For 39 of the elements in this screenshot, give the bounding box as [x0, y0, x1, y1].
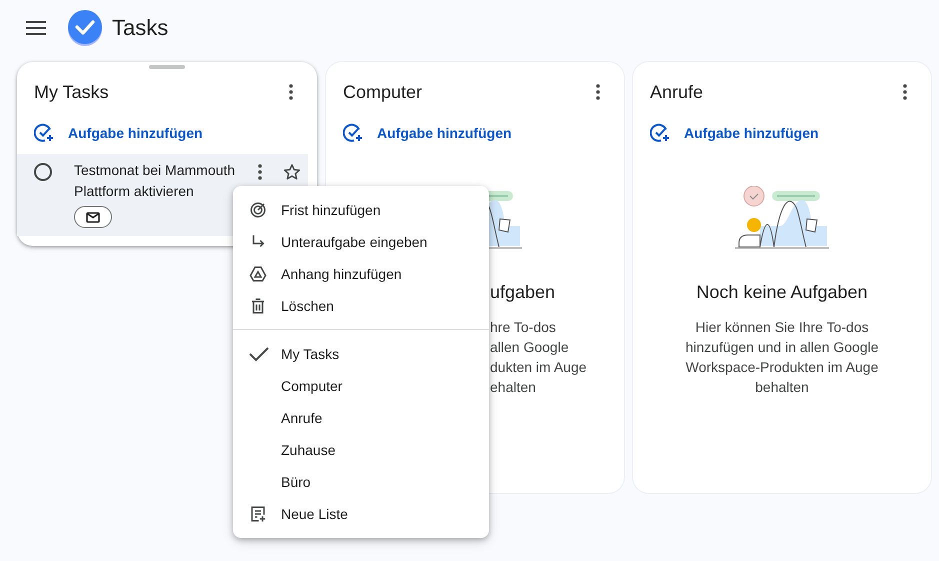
task-title: Testmonat bei Mammouth	[74, 161, 236, 180]
task-title: Plattform aktivieren	[74, 182, 195, 201]
empty-state-title: ufgaben	[490, 282, 556, 303]
drive-icon	[249, 265, 267, 283]
app-title: Tasks	[112, 15, 168, 41]
list-title: My Tasks	[34, 82, 109, 102]
task-checkbox[interactable]	[34, 163, 52, 181]
mail-icon	[86, 212, 100, 222]
move-to-list-item[interactable]: My Tasks	[233, 338, 489, 370]
star-icon	[283, 163, 301, 181]
add-task-button[interactable]: Aufgabe hinzufügen	[633, 120, 819, 146]
more-options-icon	[596, 84, 600, 100]
add-task-button[interactable]: Aufgabe hinzufügen	[326, 120, 512, 146]
move-to-list-item[interactable]: Anrufe	[233, 402, 489, 434]
new-list-item[interactable]: Neue Liste	[233, 498, 489, 530]
empty-state-title: Noch keine Aufgaben	[696, 282, 868, 303]
trash-icon	[249, 297, 267, 315]
menu-item[interactable]: Löschen	[233, 290, 489, 322]
list-title: Computer	[343, 82, 422, 102]
add-task-button[interactable]: Aufgabe hinzufügen	[17, 120, 203, 146]
list-title: Anrufe	[650, 82, 704, 102]
empty-state-text: hre To-dos allen Google dukten im Auge ehalten	[490, 318, 587, 397]
target-icon	[249, 201, 267, 219]
new-list-icon	[249, 505, 267, 523]
move-to-list-item[interactable]: Büro	[233, 466, 489, 498]
more-options-icon	[258, 164, 262, 180]
add-task-icon	[343, 123, 363, 143]
more-options-icon	[289, 84, 293, 100]
tasks-logo-icon	[66, 9, 104, 47]
menu-icon	[26, 21, 46, 35]
add-task-icon	[34, 123, 54, 143]
add-task-icon	[650, 123, 670, 143]
move-to-list-item[interactable]: Zuhause	[233, 434, 489, 466]
empty-state-text: Hier können Sie Ihre To-dos hinzufügen und in allen Google Workspace-Produkten im Auge behalten	[685, 318, 879, 397]
menu-item[interactable]: Anhang hinzufügen	[233, 258, 489, 290]
more-options-icon	[903, 84, 907, 100]
drag-handle[interactable]	[149, 65, 185, 69]
email-chip[interactable]	[74, 206, 112, 228]
move-to-list-item[interactable]: Computer	[233, 370, 489, 402]
